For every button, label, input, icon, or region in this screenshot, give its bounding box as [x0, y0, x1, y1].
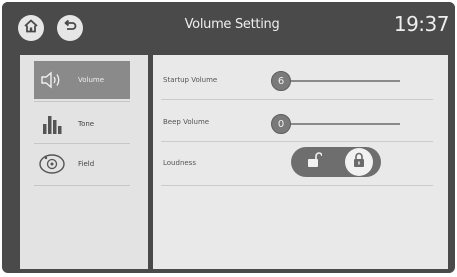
speaker-icon — [34, 65, 70, 95]
row-divider — [161, 141, 433, 142]
sidebar-item-label: Tone — [78, 120, 95, 128]
sidebar-item-label: Field — [78, 160, 95, 168]
settings-panel: Startup Volume 6 Beep Volume 0 Loudness — [153, 55, 448, 269]
beep-volume-slider[interactable] — [278, 123, 400, 125]
clock: 19:37 — [393, 12, 450, 36]
header-bar: Volume Setting 19:37 — [2, 2, 455, 52]
sidebar-item-field[interactable]: Field — [34, 145, 130, 183]
startup-volume-value: 6 — [277, 75, 285, 87]
beep-volume-value: 0 — [277, 118, 285, 130]
sidebar-item-tone[interactable]: Tone — [34, 105, 130, 143]
sidebar-item-label: Volume — [78, 76, 105, 84]
beep-volume-label: Beep Volume — [163, 118, 210, 126]
home-icon — [23, 18, 39, 38]
startup-volume-slider[interactable] — [278, 80, 400, 82]
row-divider — [161, 99, 433, 100]
back-icon — [62, 18, 78, 38]
beep-volume-knob[interactable]: 0 — [271, 114, 291, 134]
loudness-label: Loudness — [163, 159, 196, 167]
equalizer-icon — [34, 109, 70, 139]
unlock-icon — [306, 151, 323, 173]
sound-field-icon — [34, 149, 70, 179]
toggle-thumb — [344, 148, 373, 176]
lock-icon — [352, 152, 366, 172]
sidebar-divider — [34, 143, 130, 144]
sidebar-divider — [34, 101, 130, 102]
home-button[interactable] — [18, 15, 44, 41]
sidebar-divider — [34, 185, 130, 186]
row-divider — [161, 185, 433, 186]
sidebar-item-volume[interactable]: Volume — [34, 61, 130, 99]
loudness-off-option[interactable] — [291, 147, 336, 177]
page-title: Volume Setting — [184, 17, 280, 32]
app-window: Volume Setting 19:37 Volume Tone Field S… — [2, 2, 455, 273]
startup-volume-label: Startup Volume — [163, 76, 218, 84]
loudness-on-option[interactable] — [336, 147, 381, 177]
back-button[interactable] — [57, 15, 83, 41]
sidebar: Volume Tone Field — [20, 55, 148, 269]
startup-volume-knob[interactable]: 6 — [271, 71, 291, 91]
loudness-toggle[interactable] — [291, 147, 381, 177]
